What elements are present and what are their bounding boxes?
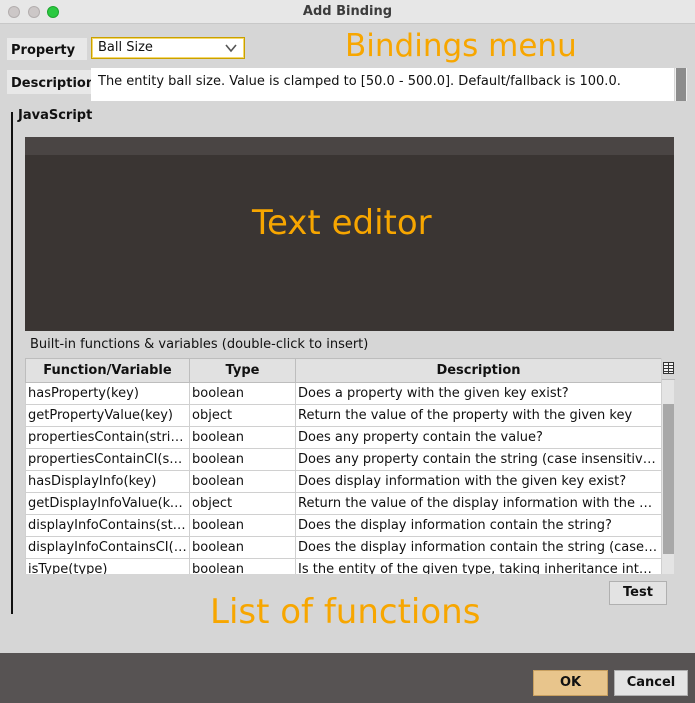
type-cell: boolean: [189, 536, 296, 559]
type-cell: boolean: [189, 470, 296, 493]
description-text: The entity ball size. Value is clamped t…: [91, 68, 674, 101]
cancel-button[interactable]: Cancel: [614, 670, 688, 696]
description-scrollbar-thumb[interactable]: [676, 68, 686, 101]
test-button[interactable]: Test: [609, 581, 667, 605]
functions-table[interactable]: Function/Variable Type Description hasPr…: [25, 358, 674, 574]
function-cell: hasProperty(key): [25, 382, 190, 405]
type-cell: object: [189, 492, 296, 515]
table-row[interactable]: hasDisplayInfo(key) boolean Does display i…: [25, 470, 662, 493]
function-cell: displayInfoContainsCI(s...: [25, 536, 190, 559]
type-cell: boolean: [189, 514, 296, 537]
table-row[interactable]: displayInfoContainsCI(s... boolean Does th…: [25, 536, 662, 559]
bindings-menu-annotation: Bindings menu: [345, 28, 577, 64]
property-select-value: Ball Size: [98, 40, 153, 55]
close-window-button[interactable]: [8, 6, 20, 18]
property-label: Property: [7, 38, 87, 60]
description-label: Description: [7, 70, 95, 94]
function-cell: getDisplayInfoValue(key): [25, 492, 190, 515]
type-cell: boolean: [189, 382, 296, 405]
column-header-function[interactable]: Function/Variable: [25, 358, 190, 383]
window-title: Add Binding: [302, 4, 393, 19]
table-row[interactable]: hasProperty(key) boolean Does a property w…: [25, 382, 662, 405]
javascript-title: JavaScript: [18, 108, 93, 123]
description-cell: Does a property with the given key exist…: [295, 382, 662, 405]
javascript-section-rule: [11, 112, 13, 614]
function-cell: propertiesContain(string): [25, 426, 190, 449]
builtins-caption: Built-in functions & variables (double-c…: [30, 337, 369, 352]
description-cell: Return the value of the property with th…: [295, 404, 662, 427]
table-row[interactable]: getDisplayInfoValue(key) object Return the…: [25, 492, 662, 515]
description-cell: Does any property contain the value?: [295, 426, 662, 449]
table-row[interactable]: displayInfoContains(str... boolean Does th…: [25, 514, 662, 537]
description-cell: Does the display information contain the…: [295, 514, 662, 537]
functions-table-scrollbar[interactable]: [661, 358, 675, 574]
table-row[interactable]: getPropertyValue(key) object Return the va…: [25, 404, 662, 427]
type-cell: object: [189, 404, 296, 427]
function-cell: hasDisplayInfo(key): [25, 470, 190, 493]
property-select[interactable]: Ball Size: [91, 37, 245, 59]
description-cell: Does display information with the given …: [295, 470, 662, 493]
function-cell: isType(type): [25, 558, 190, 574]
list-of-functions-annotation: List of functions: [210, 592, 481, 632]
function-cell: propertiesContainCI(str...: [25, 448, 190, 471]
minimize-window-button[interactable]: [28, 6, 40, 18]
maximize-window-button[interactable]: [47, 6, 59, 18]
table-row[interactable]: isType(type) boolean Is the entity of the …: [25, 558, 662, 574]
description-cell: Does the display information contain the…: [295, 536, 662, 559]
ok-button[interactable]: OK: [533, 670, 608, 696]
type-cell: boolean: [189, 558, 296, 574]
description-scrollbar[interactable]: [675, 68, 687, 101]
column-header-type[interactable]: Type: [189, 358, 296, 383]
script-editor-header: [25, 137, 674, 155]
column-chooser-button[interactable]: [662, 358, 675, 380]
functions-table-scrollbar-thumb[interactable]: [663, 404, 674, 554]
type-cell: boolean: [189, 426, 296, 449]
column-chooser-icon: [663, 362, 674, 374]
text-editor-annotation: Text editor: [252, 203, 432, 243]
description-cell: Does any property contain the string (ca…: [295, 448, 662, 471]
column-header-description[interactable]: Description: [295, 358, 662, 383]
description-cell: Is the entity of the given type, taking …: [295, 558, 662, 574]
function-cell: displayInfoContains(str...: [25, 514, 190, 537]
type-cell: boolean: [189, 448, 296, 471]
function-cell: getPropertyValue(key): [25, 404, 190, 427]
title-bar: Add Binding: [0, 0, 695, 24]
table-row[interactable]: propertiesContain(string) boolean Does any…: [25, 426, 662, 449]
description-cell: Return the value of the display informat…: [295, 492, 662, 515]
table-row[interactable]: propertiesContainCI(str... boolean Does an…: [25, 448, 662, 471]
chevron-down-icon: [225, 44, 237, 53]
